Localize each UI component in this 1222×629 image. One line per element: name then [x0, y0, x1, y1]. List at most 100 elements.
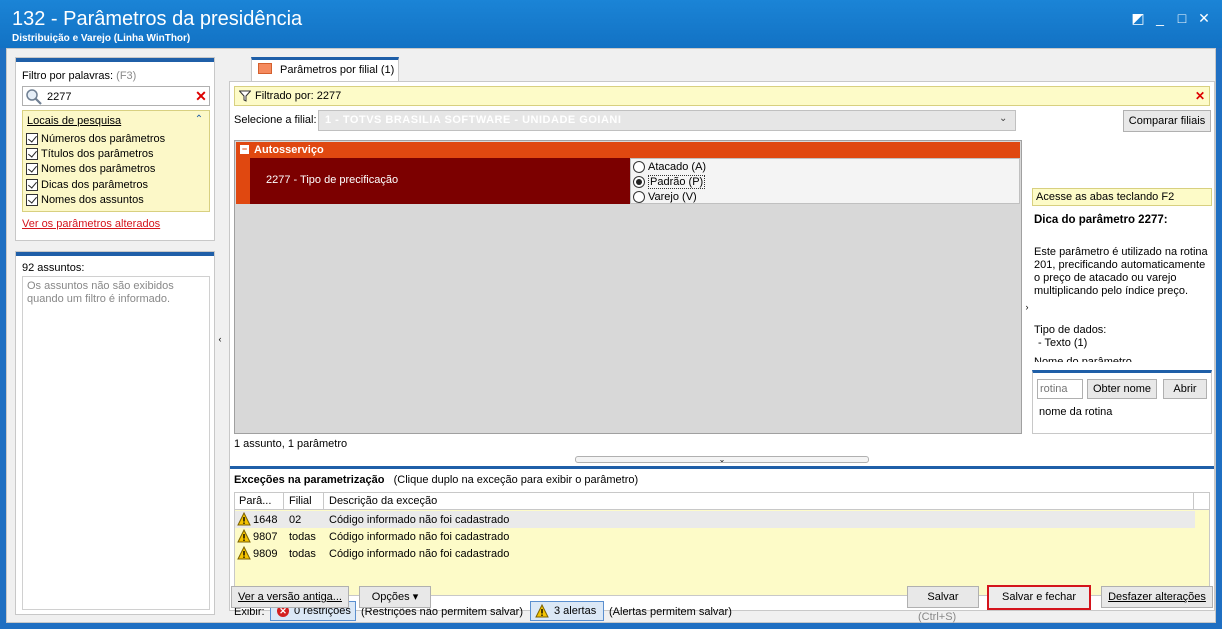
- window-title: 132 - Parâmetros da presidência: [12, 8, 303, 30]
- f2-hint: Acesse as abas teclando F2: [1032, 188, 1212, 206]
- radio-icon[interactable]: [633, 191, 645, 203]
- option-varejo[interactable]: Varejo (V): [633, 190, 697, 204]
- grid-status: 1 assunto, 1 parâmetro: [234, 438, 348, 450]
- rotina-input[interactable]: [1037, 379, 1083, 399]
- group-header[interactable]: − Autosserviço: [236, 142, 1020, 158]
- option-label: Padrão (P): [648, 175, 706, 189]
- obter-nome-button[interactable]: Obter nome: [1087, 379, 1157, 399]
- parameter-grid: − Autosserviço 2277 - Tipo de precificaç…: [234, 140, 1022, 434]
- alertas-label: 3 alertas: [554, 605, 597, 617]
- column-divider: [283, 493, 284, 509]
- warning-icon: [237, 546, 251, 560]
- location-option-titulos[interactable]: Títulos dos parâmetros: [26, 146, 154, 161]
- checkbox-checked-icon[interactable]: [26, 132, 38, 145]
- location-option-label: Nomes dos parâmetros: [41, 162, 156, 175]
- window-subtitle: Distribuição e Varejo (Linha WinThor): [12, 33, 191, 44]
- alertas-toggle[interactable]: 3 alertas: [530, 601, 604, 621]
- clear-search-icon[interactable]: ✕: [193, 88, 209, 104]
- collapse-group-icon[interactable]: −: [240, 145, 249, 154]
- subjects-count: 92 assuntos:: [22, 262, 85, 274]
- table-row[interactable]: 9809 todas Código informado não foi cada…: [235, 545, 1195, 562]
- options-button[interactable]: Opções ▾: [359, 586, 431, 608]
- search-locations-box: Locais de pesquisa ⌃ Números dos parâmet…: [22, 110, 210, 212]
- location-option-numeros[interactable]: Números dos parâmetros: [26, 131, 165, 146]
- filial-value: 1 - TOTVS BRASILIA SOFTWARE - UNIDADE GO…: [325, 114, 622, 126]
- option-atacado[interactable]: Atacado (A): [633, 160, 706, 174]
- subjects-empty-message: Os assuntos não são exibidos quando um f…: [27, 280, 174, 305]
- maximize-icon[interactable]: □: [1172, 8, 1192, 28]
- checkbox-checked-icon[interactable]: [26, 178, 38, 191]
- row-filial: todas: [289, 531, 316, 543]
- compare-filiais-button[interactable]: Comparar filiais: [1123, 110, 1211, 132]
- row-param: 9807: [253, 531, 278, 543]
- column-header-filial[interactable]: Filial: [289, 495, 312, 507]
- exceptions-hint: (Clique duplo na exceção para exibir o p…: [393, 474, 639, 486]
- expand-right-icon[interactable]: ›: [1024, 300, 1030, 314]
- radio-icon[interactable]: [633, 161, 645, 173]
- warning-icon: [237, 529, 251, 543]
- row-filial: 02: [289, 514, 302, 526]
- close-icon[interactable]: ✕: [1194, 8, 1214, 28]
- filter-bar: Filtrado por: 2277 ✕: [234, 86, 1210, 106]
- save-button[interactable]: Salvar: [907, 586, 979, 608]
- rotina-box: Obter nome Abrir nome da rotina: [1032, 370, 1212, 434]
- subjects-list[interactable]: Os assuntos não são exibidos quando um f…: [22, 276, 210, 610]
- table-row[interactable]: 1648 02 Código informado não foi cadastr…: [235, 511, 1195, 528]
- abrir-button[interactable]: Abrir: [1163, 379, 1207, 399]
- data-type-value: - Texto (1): [1038, 337, 1088, 349]
- location-option-label: Títulos dos parâmetros: [41, 147, 154, 160]
- tip-text: Este parâmetro é utilizado na rotina 201…: [1034, 246, 1208, 297]
- param-name-label-cut: Nome do parâmetro: [1034, 356, 1132, 362]
- filial-select[interactable]: 1 - TOTVS BRASILIA SOFTWARE - UNIDADE GO…: [318, 110, 1016, 131]
- row-filial: todas: [289, 548, 316, 560]
- save-and-close-button[interactable]: Salvar e fechar: [987, 585, 1091, 610]
- collapse-left-icon[interactable]: ‹: [217, 332, 223, 346]
- location-option-label: Nomes dos assuntos: [41, 193, 144, 206]
- search-locations-title: Locais de pesquisa: [27, 115, 122, 127]
- undo-changes-button[interactable]: Desfazer alterações: [1101, 586, 1213, 608]
- warning-icon: [237, 512, 251, 526]
- table-row[interactable]: 9807 todas Código informado não foi cada…: [235, 528, 1195, 545]
- filter-panel: Filtro por palavras: (F3) ✕ Locais de pe…: [15, 57, 215, 241]
- clear-filter-icon[interactable]: ✕: [1193, 89, 1207, 103]
- exceptions-table: Parâ... Filial Descrição da exceção 1648…: [234, 492, 1210, 596]
- checkbox-checked-icon[interactable]: [26, 147, 38, 160]
- group-title: Autosserviço: [254, 144, 324, 156]
- column-header-param[interactable]: Parâ...: [239, 495, 271, 507]
- tab-parametros-filial[interactable]: Parâmetros por filial (1): [251, 57, 399, 81]
- chevron-down-icon[interactable]: ⌄: [999, 113, 1011, 127]
- row-description: Código informado não foi cadastrado: [329, 548, 510, 560]
- filter-shortcut: (F3): [116, 70, 137, 82]
- location-option-dicas[interactable]: Dicas dos parâmetros: [26, 177, 148, 192]
- search-input[interactable]: [47, 89, 187, 104]
- minimize-icon[interactable]: _: [1150, 8, 1170, 28]
- content-frame: Filtrado por: 2277 ✕ Selecione a filial:…: [229, 81, 1215, 621]
- row-description: Código informado não foi cadastrado: [329, 514, 510, 526]
- filtered-by-text: Filtrado por: 2277: [255, 90, 342, 102]
- old-version-button[interactable]: Ver a versão antiga...: [231, 586, 349, 608]
- collapse-icon[interactable]: ⌃: [193, 114, 205, 126]
- radio-selected-icon[interactable]: [633, 176, 645, 188]
- splitter-handle[interactable]: ⌄: [575, 456, 869, 464]
- table-header: Parâ... Filial Descrição da exceção: [235, 493, 1209, 510]
- subjects-panel: 92 assuntos: Os assuntos não são exibido…: [15, 251, 215, 615]
- param-name-cell[interactable]: 2277 - Tipo de precificação: [250, 158, 630, 204]
- save-shortcut: (Ctrl+S): [918, 611, 957, 623]
- option-padrao[interactable]: Padrão (P): [633, 175, 706, 189]
- filter-label: Filtro por palavras: (F3): [22, 70, 136, 82]
- checkbox-checked-icon[interactable]: [26, 162, 38, 175]
- column-header-descricao[interactable]: Descrição da exceção: [329, 495, 437, 507]
- changed-params-link[interactable]: Ver os parâmetros alterados: [22, 218, 160, 230]
- location-option-assuntos[interactable]: Nomes dos assuntos: [26, 192, 144, 207]
- warning-icon: [535, 604, 549, 618]
- restore-icon[interactable]: ◩: [1128, 8, 1148, 28]
- panel-accent: [230, 466, 1214, 469]
- exceptions-title: Exceções na parametrização (Clique duplo…: [234, 474, 638, 486]
- checkbox-checked-icon[interactable]: [26, 193, 38, 206]
- location-option-nomes[interactable]: Nomes dos parâmetros: [26, 161, 155, 176]
- option-label: Varejo (V): [648, 191, 697, 203]
- search-box[interactable]: ✕: [22, 86, 210, 106]
- folder-icon: [258, 63, 272, 74]
- row-param: 9809: [253, 548, 278, 560]
- tab-label: Parâmetros por filial (1): [280, 64, 395, 76]
